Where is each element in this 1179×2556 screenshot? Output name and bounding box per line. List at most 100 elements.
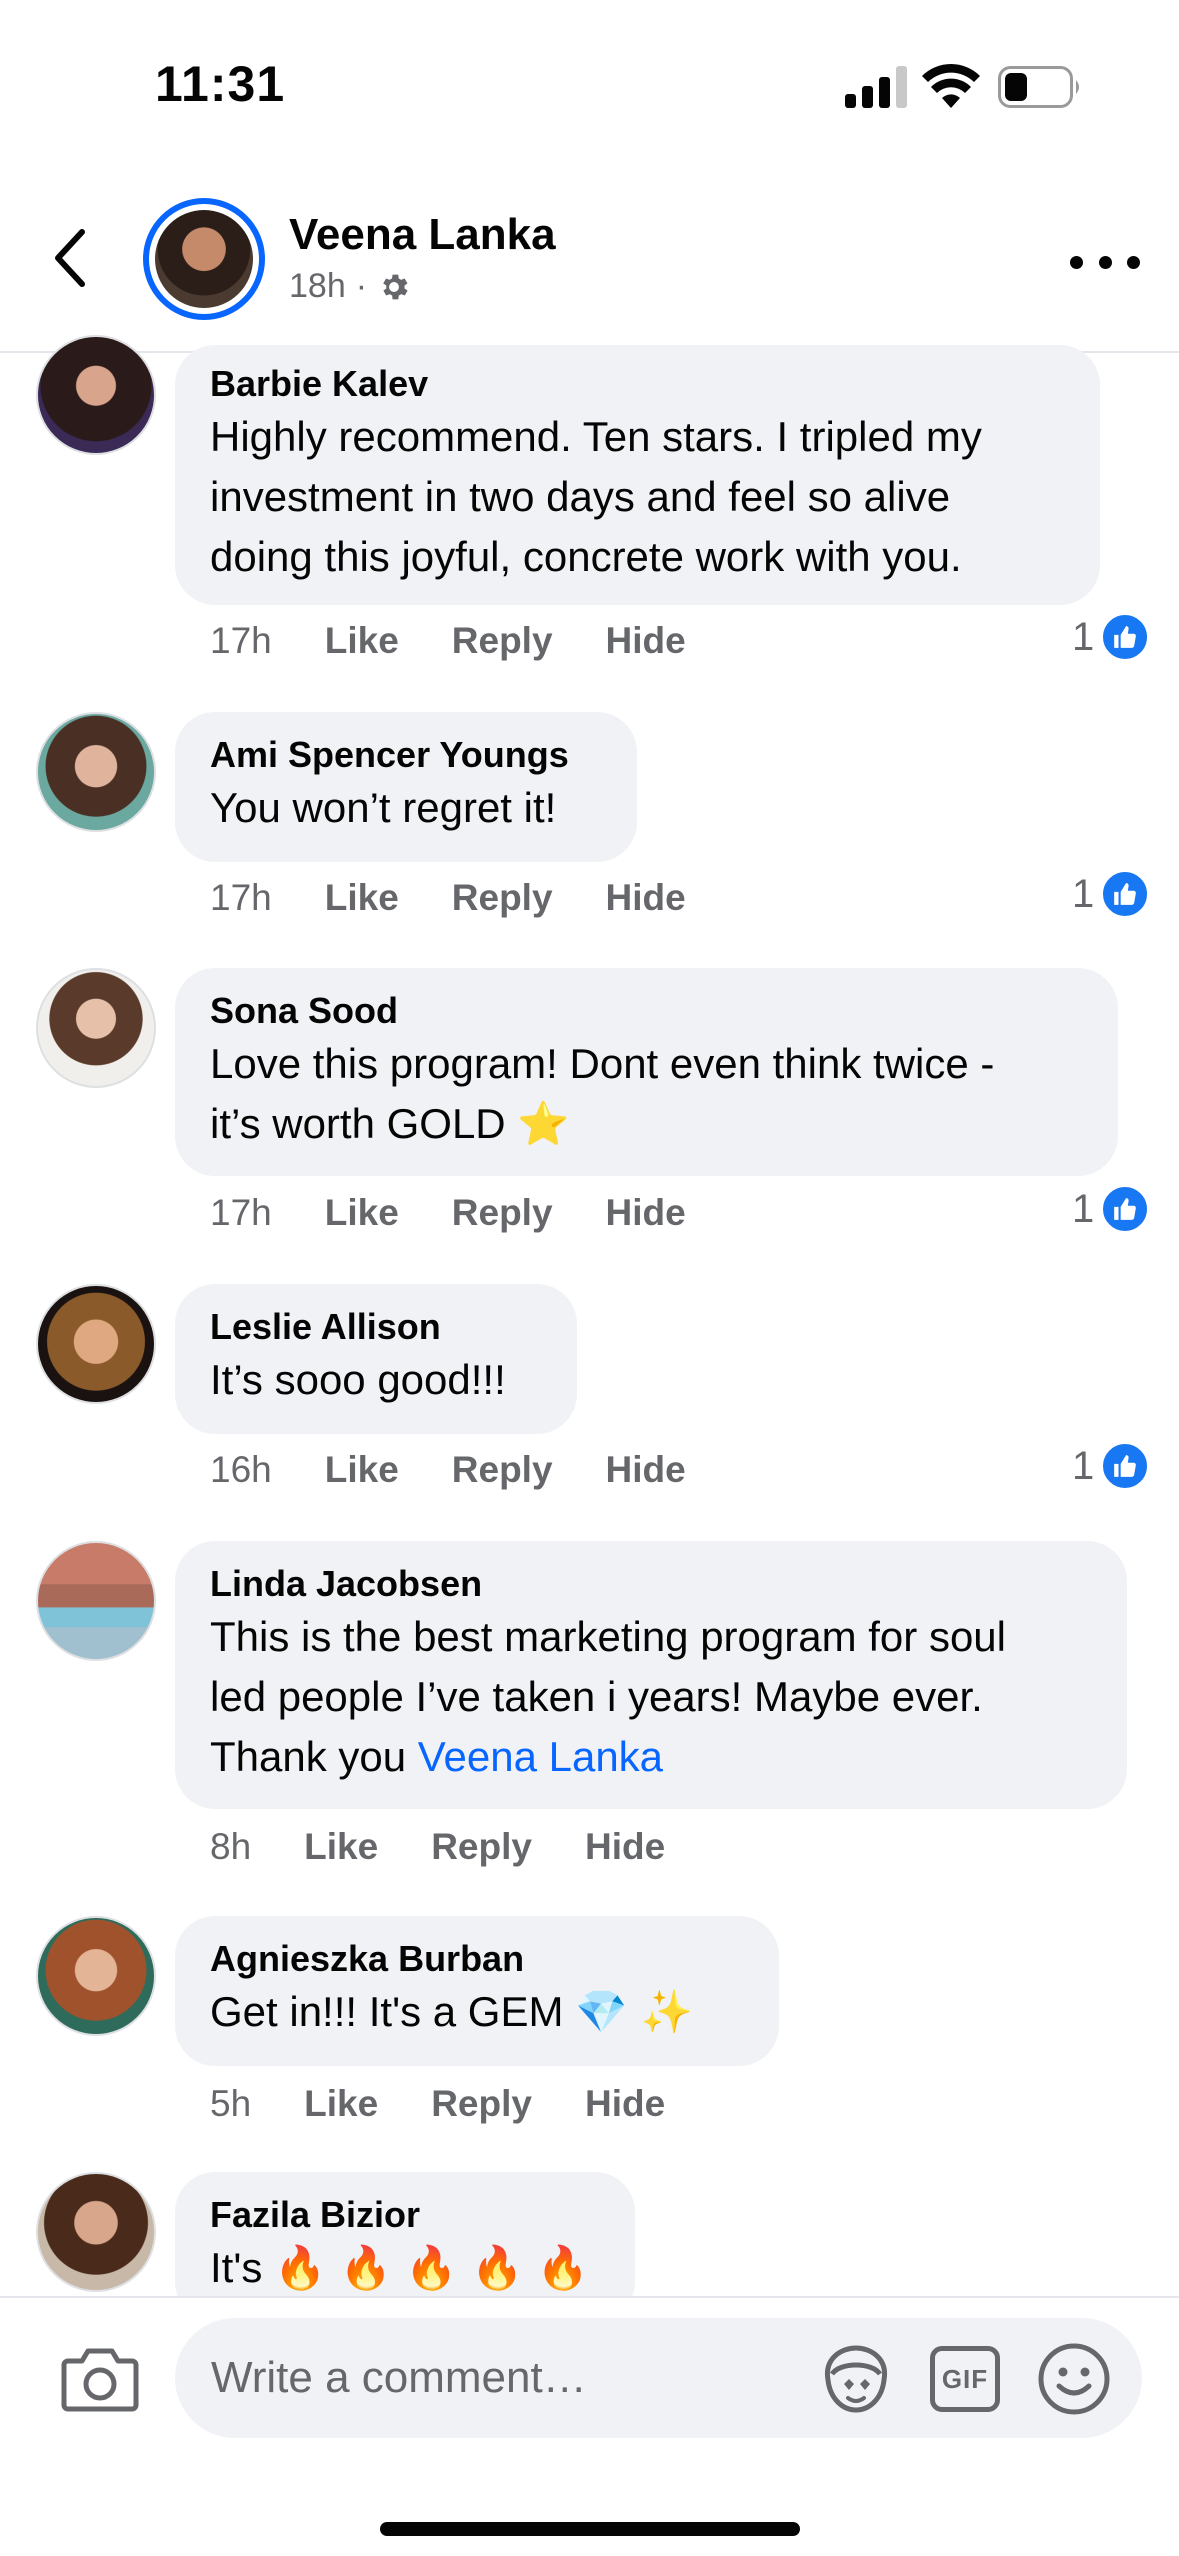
comment-time: 8h: [210, 1826, 252, 1867]
like-count-value: 1: [1072, 871, 1095, 916]
commenter-name[interactable]: Sona Sood: [210, 988, 1083, 1034]
comment-text-line: Get in!!! It's a GEM 💎 ✨: [210, 1982, 744, 2042]
home-indicator[interactable]: [380, 2522, 800, 2536]
battery-icon: [998, 66, 1079, 108]
cellular-signal-icon: [845, 66, 907, 108]
post-header: Veena Lanka 18h ·: [0, 160, 1179, 353]
reply-button[interactable]: Reply: [431, 1826, 532, 1868]
author-name[interactable]: Veena Lanka: [289, 210, 556, 260]
commenter-avatar[interactable]: [36, 1541, 156, 1661]
post-time: 18h: [289, 267, 346, 305]
comment-text-line: led people I’ve taken i years! Maybe eve…: [210, 1673, 983, 1720]
like-button[interactable]: Like: [325, 877, 399, 919]
like-button[interactable]: Like: [304, 1826, 378, 1868]
commenter-name[interactable]: Barbie Kalev: [210, 361, 1065, 407]
comment-time: 17h: [210, 1192, 272, 1233]
hide-button[interactable]: Hide: [606, 1192, 686, 1234]
reaction-count[interactable]: 1: [1072, 1441, 1151, 1491]
comment-text-line: You won’t regret it!: [210, 784, 557, 831]
comment-text-line: it’s worth GOLD ⭐: [210, 1094, 1083, 1154]
like-icon: [1100, 869, 1151, 919]
comment-actions: 8h Like Reply Hide: [210, 1826, 718, 1868]
commenter-avatar[interactable]: [36, 712, 156, 832]
reaction-count[interactable]: 1: [1072, 1184, 1151, 1234]
comment-bubble[interactable]: Ami Spencer Youngs You won’t regret it!: [175, 712, 637, 862]
commenter-avatar[interactable]: [36, 335, 156, 455]
status-time: 11:31: [155, 56, 286, 112]
comment-bubble[interactable]: Leslie Allison It’s sooo good!!!: [175, 1284, 577, 1434]
comment-text-line: It's 🔥 🔥 🔥 🔥 🔥: [210, 2238, 600, 2298]
comment-actions: 17h Like Reply Hide: [210, 877, 739, 919]
comment-bubble[interactable]: Agnieszka Burban Get in!!! It's a GEM 💎 …: [175, 1916, 779, 2066]
reply-button[interactable]: Reply: [452, 877, 553, 919]
hide-button[interactable]: Hide: [585, 1826, 665, 1868]
comment-text-line: Thank you Veena Lanka: [210, 1727, 1092, 1787]
commenter-name[interactable]: Fazila Bizior: [210, 2192, 600, 2238]
like-button[interactable]: Like: [325, 1192, 399, 1234]
comment-actions: 17h Like Reply Hide: [210, 1192, 739, 1234]
commenter-avatar[interactable]: [36, 2172, 156, 2292]
comment-text-line: Highly recommend. Ten stars. I tripled m…: [210, 413, 982, 460]
author-avatar[interactable]: [143, 198, 265, 320]
reaction-count[interactable]: 1: [1072, 612, 1151, 662]
comment-bubble[interactable]: Linda Jacobsen This is the best marketin…: [175, 1541, 1127, 1809]
comment-time: 16h: [210, 1449, 272, 1490]
gif-label: GIF: [941, 2363, 989, 2394]
comment-time: 5h: [210, 2083, 252, 2124]
like-count-value: 1: [1072, 1443, 1095, 1488]
star-emoji: ⭐: [517, 1099, 570, 1148]
comment-text-segment: It's: [210, 2244, 263, 2291]
commenter-name[interactable]: Ami Spencer Youngs: [210, 732, 602, 778]
comment-time: 17h: [210, 620, 272, 661]
hide-button[interactable]: Hide: [606, 1449, 686, 1491]
like-count-value: 1: [1072, 614, 1095, 659]
mention-link[interactable]: Veena Lanka: [418, 1733, 663, 1780]
like-button[interactable]: Like: [304, 2083, 378, 2125]
comment-text-line: This is the best marketing program for s…: [210, 1613, 1006, 1660]
comment-text-line: It’s sooo good!!!: [210, 1356, 506, 1403]
more-options-icon[interactable]: [1070, 242, 1140, 282]
comment-text-line: investment in two days and feel so alive: [210, 473, 951, 520]
like-icon: [1100, 1441, 1151, 1491]
comment-time: 17h: [210, 877, 272, 918]
reply-button[interactable]: Reply: [452, 620, 553, 662]
fire-emoji: 🔥 🔥 🔥 🔥 🔥: [274, 2243, 589, 2292]
comment-actions: 17h Like Reply Hide: [210, 620, 739, 662]
like-icon: [1100, 1184, 1151, 1234]
like-button[interactable]: Like: [325, 620, 399, 662]
status-bar: 11:31: [0, 0, 1179, 160]
hide-button[interactable]: Hide: [606, 877, 686, 919]
wifi-icon: [922, 63, 980, 108]
reply-button[interactable]: Reply: [452, 1449, 553, 1491]
hide-button[interactable]: Hide: [606, 620, 686, 662]
comment-text-segment: Get in!!! It's a GEM: [210, 1988, 564, 2035]
commenter-avatar[interactable]: [36, 1916, 156, 2036]
comment-bubble[interactable]: Barbie Kalev Highly recommend. Ten stars…: [175, 345, 1100, 605]
smiley-icon[interactable]: [1037, 2342, 1111, 2416]
hide-button[interactable]: Hide: [585, 2083, 665, 2125]
back-icon[interactable]: [40, 218, 100, 298]
reply-button[interactable]: Reply: [431, 2083, 532, 2125]
commenter-name[interactable]: Leslie Allison: [210, 1304, 542, 1350]
comment-text-line: Love this program! Dont even think twice…: [210, 1040, 995, 1087]
gif-icon[interactable]: GIF: [930, 2346, 1000, 2412]
like-count-value: 1: [1072, 1186, 1095, 1231]
gem-sparkles-emoji: 💎 ✨: [575, 1987, 694, 2036]
comment-bubble[interactable]: Sona Sood Love this program! Dont even t…: [175, 968, 1118, 1176]
camera-icon[interactable]: [60, 2343, 140, 2413]
commenter-avatar[interactable]: [36, 1284, 156, 1404]
comment-actions: 5h Like Reply Hide: [210, 2083, 718, 2125]
avatar-sticker-icon[interactable]: [820, 2344, 892, 2414]
comment-text-segment: it’s worth GOLD: [210, 1100, 506, 1147]
comment-text-line: doing this joyful, concrete work with yo…: [210, 533, 962, 580]
comment-text-segment: Thank you: [210, 1733, 407, 1780]
commenter-name[interactable]: Linda Jacobsen: [210, 1561, 1092, 1607]
meta-separator: ·: [355, 267, 368, 305]
like-button[interactable]: Like: [325, 1449, 399, 1491]
reply-button[interactable]: Reply: [452, 1192, 553, 1234]
gear-icon: [383, 274, 408, 299]
reaction-count[interactable]: 1: [1072, 869, 1151, 919]
commenter-avatar[interactable]: [36, 968, 156, 1088]
comment-composer: GIF: [0, 2296, 1179, 2556]
commenter-name[interactable]: Agnieszka Burban: [210, 1936, 744, 1982]
